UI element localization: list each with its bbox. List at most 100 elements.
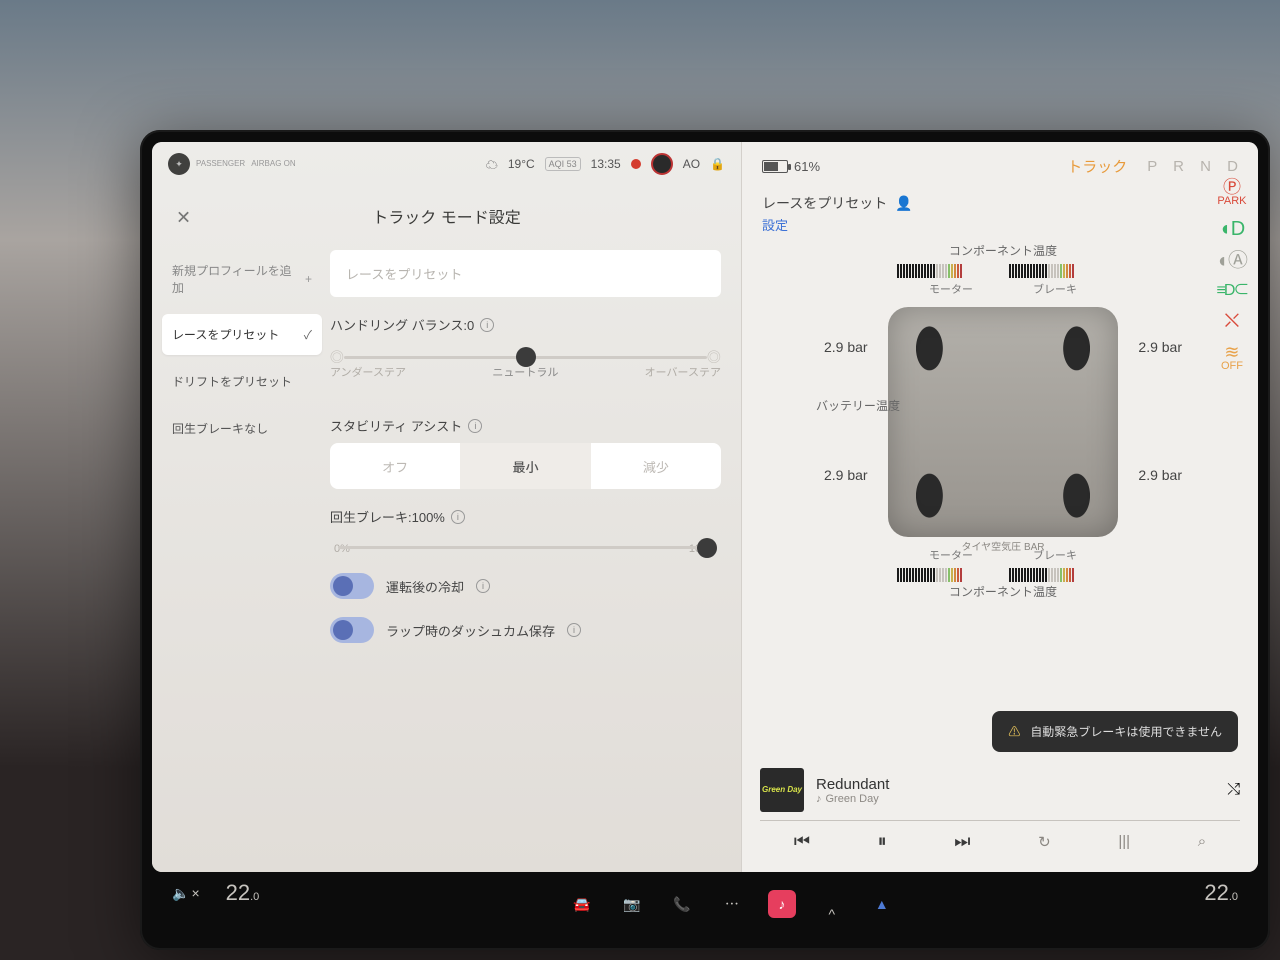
panel-title-row: ✕ トラック モード設定: [152, 186, 741, 250]
tire-pressure-rl: 2.9 bar: [824, 467, 868, 483]
add-profile-label: 新規プロフィールを追加: [172, 262, 299, 296]
brake-label-top: ブレーキ: [1033, 281, 1077, 297]
battery-percent: 61%: [794, 159, 820, 174]
bottom-taskbar: 🔈 22.0 🚘 📷 📞 ⋯ ♪ ^ ▲ 22.0: [152, 872, 1258, 938]
tire-bar-label: タイヤ空気圧 BAR: [961, 538, 1044, 553]
aqi-badge[interactable]: AQI 53: [545, 157, 581, 171]
profile-drift-preset[interactable]: ドリフトをプリセット: [162, 361, 322, 402]
close-icon[interactable]: ✕: [176, 208, 191, 229]
stability-assist-segment: オフ 最小 減少: [330, 443, 721, 489]
info-icon[interactable]: i: [468, 419, 482, 433]
handling-tick-right: オーバーステア: [645, 364, 721, 380]
album-art[interactable]: Green Day: [760, 768, 804, 812]
check-icon: ✓: [304, 326, 312, 343]
profile-label: 回生ブレーキなし: [172, 420, 268, 437]
stability-less-button[interactable]: 減少: [591, 443, 721, 489]
postdrive-cooling-toggle[interactable]: [330, 573, 374, 599]
phone-app-button[interactable]: 📞: [668, 890, 696, 918]
profile-no-regen[interactable]: 回生ブレーキなし: [162, 408, 322, 449]
airbag-text-2: AIRBAG ON: [251, 160, 295, 168]
track-mode-badge[interactable]: トラック: [1067, 156, 1127, 177]
controls-column: レースをプリセット ハンドリング バランス:0 i ◎ ◎ アンダーステ: [330, 250, 721, 872]
park-brake-icon: ⓅPARK: [1217, 178, 1246, 207]
postdrive-cooling-label: 運転後の冷却: [386, 577, 464, 596]
nav-app-button[interactable]: ▲: [868, 890, 896, 918]
status-bar: ✦ PASSENGER AIRBAG ON ☁ 19°C AQI 53 13:3…: [152, 142, 741, 186]
tire-pressure-rr: 2.9 bar: [1138, 467, 1182, 483]
regen-brake-label: 回生ブレーキ:100%: [330, 507, 445, 526]
battery-temp-label: バッテリー温度: [816, 397, 900, 414]
motor-label-top: モーター: [929, 281, 973, 297]
more-apps-button[interactable]: ⋯: [718, 890, 746, 918]
touchscreen-frame: ✦ PASSENGER AIRBAG ON ☁ 19°C AQI 53 13:3…: [140, 130, 1270, 950]
component-temp-label-bottom: コンポーネント温度: [762, 583, 1244, 600]
handling-tick-mid: ニュートラル: [492, 364, 558, 380]
add-profile-button[interactable]: 新規プロフィールを追加 +: [162, 250, 322, 308]
track-title[interactable]: Redundant: [816, 776, 889, 793]
profile-label: ドリフトをプリセット: [172, 373, 292, 390]
panel-title: トラック モード設定: [372, 210, 520, 227]
lap-dashcam-toggle[interactable]: [330, 617, 374, 643]
battery-icon[interactable]: [762, 160, 788, 173]
stability-assist-label: スタビリティ アシスト: [330, 416, 462, 435]
media-progress[interactable]: [760, 820, 1240, 821]
temp-bars-top: [762, 263, 1244, 279]
repeat-button[interactable]: ↻: [1038, 833, 1051, 851]
regen-brake-slider[interactable]: 0% 100%: [330, 526, 721, 555]
plus-icon: +: [305, 272, 312, 286]
profile-name-placeholder: レースをプリセット: [346, 267, 462, 282]
caret-up-icon[interactable]: ^: [818, 900, 846, 928]
equalizer-button[interactable]: |||: [1118, 833, 1130, 850]
info-icon[interactable]: i: [480, 318, 494, 332]
info-icon[interactable]: i: [476, 579, 490, 593]
profile-race-preset[interactable]: レースをプリセット ✓: [162, 314, 322, 355]
aeb-alert[interactable]: ⚠ 自動緊急ブレーキは使用できません: [992, 711, 1238, 752]
screen: ✦ PASSENGER AIRBAG ON ☁ 19°C AQI 53 13:3…: [152, 142, 1258, 872]
settings-link[interactable]: 設定: [762, 215, 788, 234]
profile-initials[interactable]: AO: [683, 157, 700, 171]
tire-pressure-fl: 2.9 bar: [824, 339, 868, 355]
airbag-text-1: PASSENGER: [196, 160, 245, 168]
track-mode-settings-panel: ✦ PASSENGER AIRBAG ON ☁ 19°C AQI 53 13:3…: [152, 142, 742, 872]
stability-min-button[interactable]: 最小: [460, 443, 590, 489]
previous-track-button[interactable]: ⏮: [794, 831, 810, 852]
person-icon: 👤: [895, 195, 912, 212]
next-track-button[interactable]: ⏭: [954, 831, 970, 852]
lock-icon[interactable]: 🔒: [710, 157, 725, 171]
tire-pressure-fr: 2.9 bar: [1138, 339, 1182, 355]
car-app-button[interactable]: 🚘: [568, 890, 596, 918]
play-pause-button[interactable]: ⏸: [878, 831, 887, 852]
info-icon[interactable]: i: [567, 623, 581, 637]
warning-icon: ⚠: [1008, 723, 1020, 740]
handling-balance-slider[interactable]: ◎ ◎ アンダーステア ニュートラル オーバーステア: [330, 334, 721, 380]
shuffle-button[interactable]: ⤭: [1227, 781, 1240, 799]
low-beam-icon: ◖D: [1219, 219, 1246, 239]
regen-tick-left: 0%: [334, 543, 350, 555]
profile-name-input[interactable]: レースをプリセット: [330, 250, 721, 297]
profile-label: レースをプリセット: [172, 326, 279, 343]
dashcam-app-button[interactable]: 📷: [618, 890, 646, 918]
music-app-button[interactable]: ♪: [768, 890, 796, 918]
stability-off-button[interactable]: オフ: [330, 443, 460, 489]
search-button[interactable]: ⌕: [1198, 833, 1206, 850]
media-player: Green Day Redundant ♪ Green Day ⤭ ⏮ ⏸ ⏭ ↻…: [760, 768, 1240, 864]
gear-indicator: P R N D: [1147, 158, 1244, 175]
volume-mute-button[interactable]: 🔈: [172, 885, 200, 902]
info-icon[interactable]: i: [451, 510, 465, 524]
recording-dot-icon[interactable]: [631, 159, 641, 169]
chassis-diagram: 2.9 bar 2.9 bar 2.9 bar 2.9 bar バッテリー温度 …: [888, 307, 1118, 537]
passenger-temp-button[interactable]: 22.0: [1204, 880, 1238, 906]
vehicle-status-panel: 61% トラック P R N D ⓅPARK ◖D ◖Ⓐ ≡D⊂ ⛌ ≋OFF …: [742, 142, 1258, 872]
preset-name-label: レースをプリセット: [762, 193, 887, 213]
track-artist[interactable]: Green Day: [826, 793, 879, 805]
profile-list: 新規プロフィールを追加 + レースをプリセット ✓ ドリフトをプリセット 回生ブ…: [162, 250, 322, 872]
lap-dashcam-label: ラップ時のダッシュカム保存: [386, 621, 555, 640]
clock: 13:35: [591, 157, 621, 171]
temp-bars-bottom: [762, 567, 1244, 583]
handling-tick-left: アンダーステア: [330, 364, 406, 380]
driver-temp-button[interactable]: 22.0: [226, 880, 260, 906]
profile-avatar[interactable]: [651, 153, 673, 175]
music-note-icon: ♪: [816, 793, 822, 805]
weather-icon: ☁: [486, 156, 498, 173]
handling-balance-label: ハンドリング バランス:0: [330, 315, 474, 334]
